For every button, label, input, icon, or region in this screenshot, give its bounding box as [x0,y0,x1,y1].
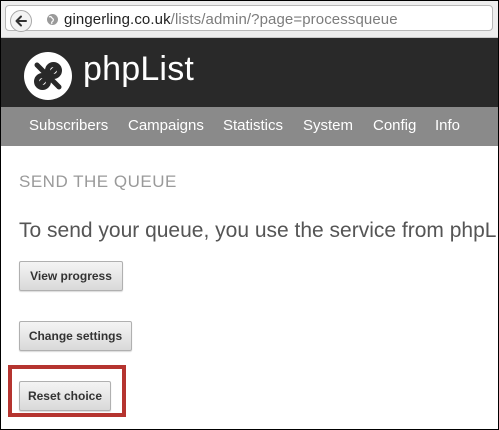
globe-icon [47,14,58,25]
change-settings-button[interactable]: Change settings [19,321,132,351]
app-header: phpList [1,38,498,107]
nav-item-subscribers[interactable]: Subscribers [29,117,108,134]
url-path: /lists/admin/?page=processqueue [170,11,398,28]
logo-text[interactable]: phpList [83,50,194,89]
back-arrow-icon [15,15,27,27]
browser-window: gingerling.co.uk/lists/admin/?page=proce… [0,0,499,430]
back-button[interactable] [10,10,32,32]
page-title: SEND THE QUEUE [19,172,177,191]
nav-item-config[interactable]: Config [373,117,416,134]
url-text: gingerling.co.uk/lists/admin/?page=proce… [64,11,398,28]
nav-item-info[interactable]: Info [435,117,460,134]
nav-item-statistics[interactable]: Statistics [223,117,283,134]
nav-item-system[interactable]: System [303,117,353,134]
url-field[interactable]: gingerling.co.uk/lists/admin/?page=proce… [5,5,493,32]
url-host: gingerling.co.uk [64,11,171,28]
highlight-box [8,365,126,417]
view-progress-button[interactable]: View progress [19,261,123,291]
intro-text: To send your queue, you use the service … [19,219,497,242]
address-bar: gingerling.co.uk/lists/admin/?page=proce… [1,1,498,38]
main-nav: Subscribers Campaigns Statistics System … [1,107,498,146]
phplist-logo-icon[interactable] [23,51,73,101]
nav-item-campaigns[interactable]: Campaigns [128,117,204,134]
